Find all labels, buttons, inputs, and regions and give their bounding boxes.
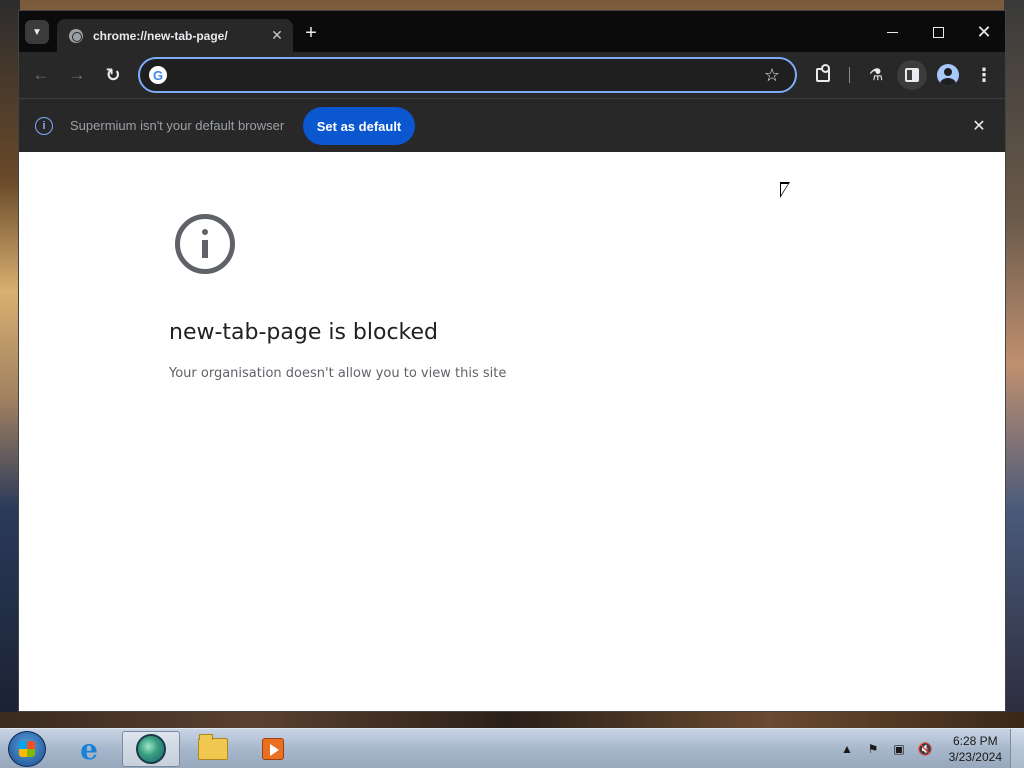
maximize-icon [932, 26, 944, 38]
maximize-button[interactable] [923, 17, 953, 47]
taskbar: e ▲ ⚑ ▣ 🔇 6:28 PM 3/23/2024 [0, 728, 1024, 768]
omnibox[interactable]: G ☆ [138, 57, 797, 93]
default-browser-infobar: i Supermium isn't your default browser S… [19, 98, 1005, 152]
action-center-flag-icon[interactable]: ⚑ [864, 742, 882, 756]
chevron-down-icon: ▼ [32, 26, 42, 38]
tray-arrow-icon[interactable]: ▲ [838, 742, 856, 756]
start-button[interactable] [8, 731, 46, 767]
side-panel-icon [905, 68, 919, 82]
new-tab-button[interactable]: + [299, 21, 323, 45]
reload-button[interactable]: ↻ [101, 63, 125, 87]
network-icon[interactable]: ▣ [890, 742, 908, 756]
internet-explorer-icon[interactable]: e [60, 731, 118, 767]
volume-muted-icon[interactable]: 🔇 [916, 742, 934, 756]
set-as-default-button[interactable]: Set as default [303, 107, 415, 145]
profile-button[interactable] [936, 63, 960, 87]
globe-icon [69, 28, 83, 43]
tab-active[interactable]: chrome://new-tab-page/ ✕ [57, 19, 293, 52]
infobar-close-icon[interactable]: ✕ [969, 116, 989, 136]
page-subtext: Your organisation doesn't allow you to v… [169, 366, 507, 381]
infobar-message: Supermium isn't your default browser [70, 118, 285, 133]
info-icon: i [35, 117, 53, 135]
toolbar-divider [849, 67, 850, 83]
labs-button[interactable]: ⚗ [864, 63, 888, 87]
system-tray: ▲ ⚑ ▣ 🔇 [838, 729, 934, 768]
tab-close-icon[interactable]: ✕ [267, 26, 287, 46]
puzzle-icon [816, 64, 830, 82]
desktop-wallpaper-right [1004, 0, 1024, 728]
page-content: new-tab-page is blocked Your organisatio… [19, 152, 1005, 711]
clock-date: 3/23/2024 [948, 750, 1002, 764]
tab-title: chrome://new-tab-page/ [93, 28, 228, 43]
avatar [937, 64, 959, 86]
page-title: new-tab-page is blocked [169, 320, 439, 345]
back-button[interactable]: ← [29, 63, 53, 87]
file-explorer-icon[interactable] [184, 731, 242, 767]
browser-window: ▼ chrome://new-tab-page/ ✕ + ✕ ← → ↻ G ☆… [18, 10, 1006, 712]
clock[interactable]: 6:28 PM 3/23/2024 [949, 733, 1002, 765]
extensions-button[interactable] [811, 63, 835, 87]
minimize-button[interactable] [877, 17, 907, 47]
google-icon: G [149, 66, 167, 84]
close-window-button[interactable]: ✕ [969, 17, 999, 47]
media-player-icon[interactable] [244, 731, 302, 767]
show-desktop-button[interactable] [1010, 729, 1024, 768]
forward-button[interactable]: → [65, 63, 89, 87]
toolbar: ← → ↻ G ☆ ⚗ ⋮ [19, 52, 1005, 98]
title-bar: ▼ chrome://new-tab-page/ ✕ + ✕ [19, 11, 1005, 52]
blocked-info-icon [175, 214, 235, 274]
desktop-wallpaper-bottom [0, 712, 1024, 728]
clock-time: 6:28 PM [952, 734, 998, 748]
browser-taskbar-icon[interactable] [122, 731, 180, 767]
mouse-cursor-icon [780, 182, 790, 198]
desktop-wallpaper-left [0, 0, 20, 728]
minimize-icon [886, 31, 898, 33]
tab-search-button[interactable]: ▼ [25, 20, 49, 44]
bookmark-star-icon[interactable]: ☆ [761, 64, 783, 86]
side-panel-button[interactable] [897, 60, 927, 90]
menu-button[interactable]: ⋮ [972, 63, 996, 87]
address-input[interactable] [176, 63, 746, 87]
